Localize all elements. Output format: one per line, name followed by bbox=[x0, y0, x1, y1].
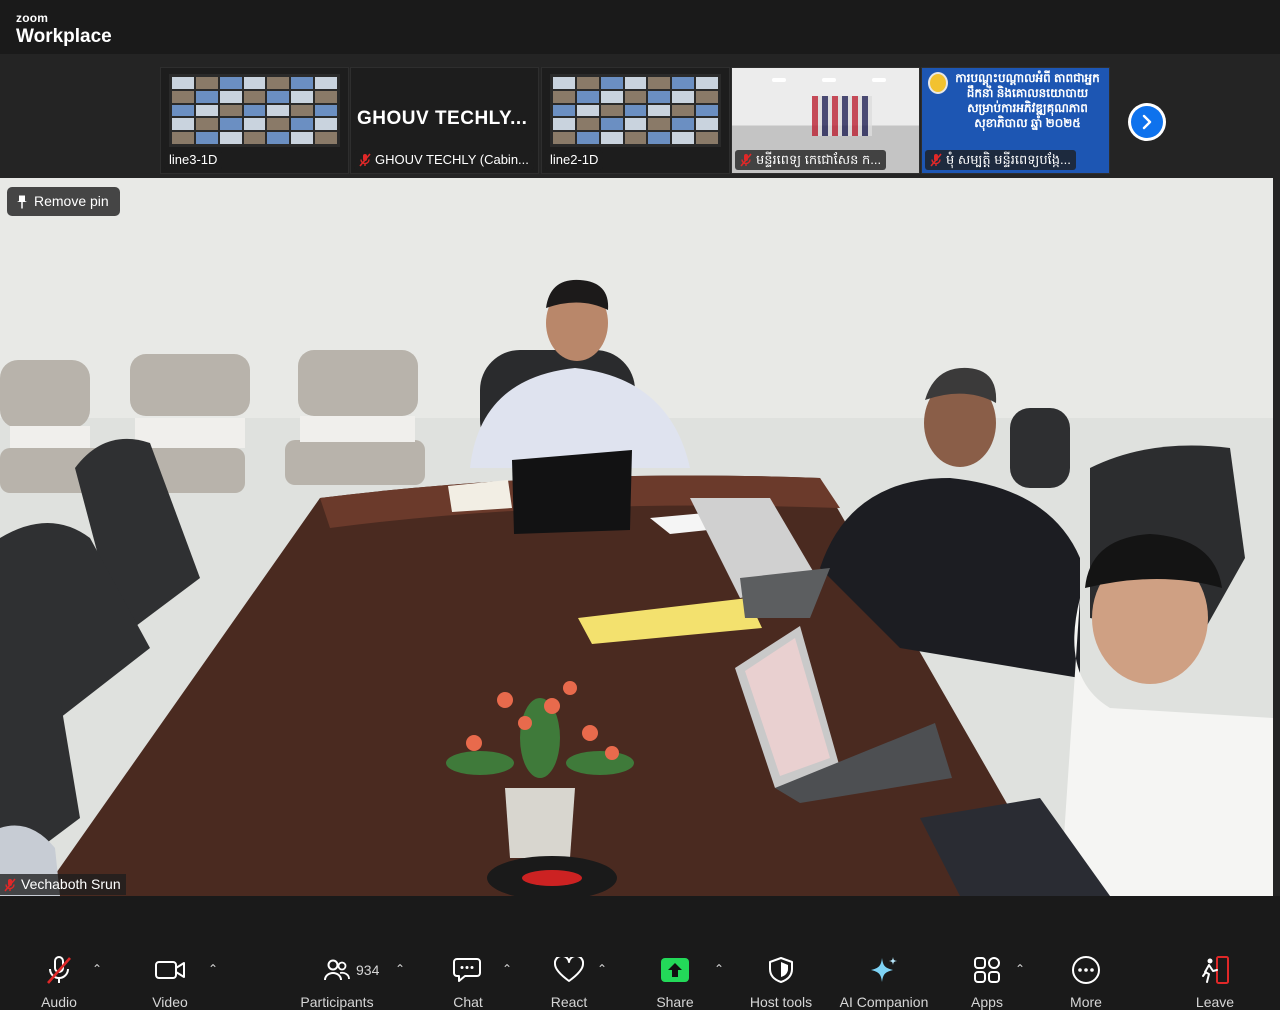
react-options-caret[interactable]: ⌃ bbox=[597, 962, 609, 976]
title-bar: zoom Workplace bbox=[0, 0, 1280, 54]
gallery-tile-2[interactable]: GHOUV TECHLY... GHOUV TECHLY (Cabin... bbox=[350, 67, 539, 174]
ai-companion-button[interactable]: AI Companion bbox=[839, 954, 929, 1010]
participant-label: line2-1D bbox=[545, 150, 604, 170]
participants-options-caret[interactable]: ⌃ bbox=[395, 962, 407, 976]
speaker-name-tag: Vechaboth Srun bbox=[0, 874, 126, 895]
main-video bbox=[0, 178, 1273, 896]
gallery-next-button[interactable] bbox=[1128, 103, 1166, 141]
pin-icon bbox=[17, 195, 27, 208]
mic-muted-icon bbox=[740, 153, 752, 167]
participant-label: មន្ទីរពេទ្យ កេជោសែន ក... bbox=[735, 150, 887, 170]
participant-label: line3-1D bbox=[164, 150, 223, 170]
chevron-right-icon bbox=[1131, 106, 1163, 138]
mic-muted-icon bbox=[45, 954, 73, 986]
gallery-tile-5[interactable]: ការបណ្តុះបណ្តាលអំពី តាពជាអ្នកដឹកនាំ និងគ… bbox=[921, 67, 1110, 174]
sparkle-icon bbox=[869, 954, 899, 986]
mic-muted-icon bbox=[359, 153, 371, 167]
ministry-seal-icon bbox=[928, 72, 948, 94]
apps-options-caret[interactable]: ⌃ bbox=[1015, 962, 1027, 976]
audio-button[interactable]: Audio bbox=[14, 954, 104, 1010]
video-thumbnail bbox=[550, 74, 721, 147]
meeting-toolbar: Audio ⌃ Video ⌃ Participants 934 ⌃ Chat … bbox=[0, 896, 1280, 1010]
audio-options-caret[interactable]: ⌃ bbox=[92, 962, 104, 976]
leave-button[interactable]: Leave bbox=[1170, 954, 1260, 1010]
mic-muted-icon bbox=[930, 153, 942, 167]
video-button[interactable]: Video bbox=[125, 954, 215, 1010]
remove-pin-button[interactable]: Remove pin bbox=[7, 187, 120, 216]
gallery-tile-4[interactable]: មន្ទីរពេទ្យ កេជោសែន ក... bbox=[731, 67, 920, 174]
host-tools-button[interactable]: Host tools bbox=[736, 954, 826, 1010]
scrollbar-track bbox=[1273, 178, 1280, 896]
shield-icon bbox=[768, 954, 794, 986]
chat-icon bbox=[453, 954, 483, 986]
chat-button[interactable]: Chat bbox=[423, 954, 513, 1010]
share-options-caret[interactable]: ⌃ bbox=[714, 962, 726, 976]
more-dots-icon bbox=[1071, 954, 1101, 986]
zoom-workplace-logo: zoom Workplace bbox=[16, 11, 112, 47]
share-screen-icon bbox=[660, 954, 690, 986]
participant-label: មុំ សម្បត្តិ មន្ទីរពេទ្យបង្កែ... bbox=[925, 150, 1076, 170]
leave-door-icon bbox=[1200, 954, 1230, 986]
apps-icon bbox=[973, 954, 1001, 986]
video-options-caret[interactable]: ⌃ bbox=[208, 962, 220, 976]
banner-text: ការបណ្តុះបណ្តាលអំពី តាពជាអ្នកដឹកនាំ និងគ… bbox=[955, 71, 1100, 130]
participant-label: GHOUV TECHLY (Cabin... bbox=[354, 150, 534, 170]
meeting-room-scene bbox=[0, 178, 1273, 896]
share-button[interactable]: Share bbox=[630, 954, 720, 1010]
mic-muted-icon bbox=[4, 877, 16, 892]
more-button[interactable]: More bbox=[1041, 954, 1131, 1010]
heart-icon bbox=[554, 954, 584, 986]
gallery-tile-3[interactable]: line2-1D bbox=[541, 67, 730, 174]
video-camera-icon bbox=[154, 954, 186, 986]
chat-options-caret[interactable]: ⌃ bbox=[502, 962, 514, 976]
video-thumbnail bbox=[169, 74, 340, 147]
participant-big-name: GHOUV TECHLY... bbox=[357, 108, 528, 129]
gallery-strip: line3-1D GHOUV TECHLY... GHOUV TECHLY (C… bbox=[0, 54, 1280, 178]
participants-icon bbox=[324, 954, 350, 986]
gallery-tile-1[interactable]: line3-1D bbox=[160, 67, 349, 174]
participants-count: 934 bbox=[356, 962, 380, 978]
